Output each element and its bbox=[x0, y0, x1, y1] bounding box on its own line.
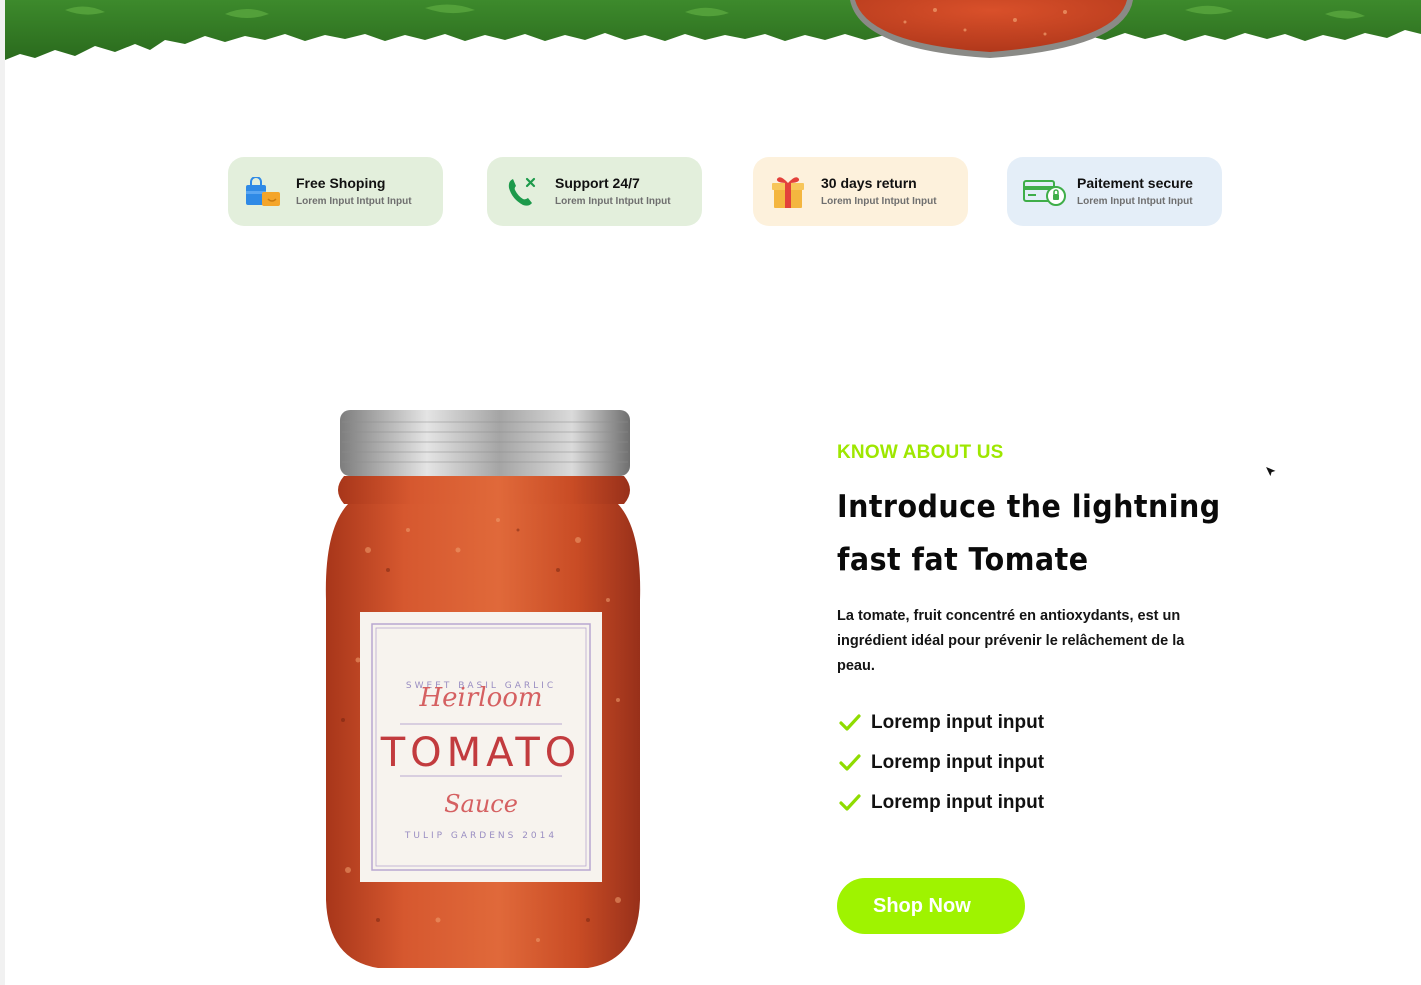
list-item: Loremp input input bbox=[837, 703, 1044, 743]
headline-line-2: fast fat Tomate bbox=[837, 542, 1089, 578]
phone-support-icon bbox=[503, 173, 541, 211]
check-icon bbox=[839, 754, 861, 771]
section-description: La tomate, fruit concentré en antioxydan… bbox=[837, 608, 1185, 674]
svg-text:Heirloom: Heirloom bbox=[418, 683, 542, 713]
section-eyebrow: KNOW ABOUT US bbox=[837, 442, 1004, 463]
left-edge-strip bbox=[0, 0, 5, 985]
page: Free Shoping Lorem Input Intput Input Su… bbox=[0, 0, 1421, 985]
check-icon bbox=[839, 794, 861, 811]
checklist-label: Loremp input input bbox=[871, 792, 1045, 813]
gift-icon bbox=[769, 173, 807, 211]
secure-card-icon bbox=[1023, 173, 1067, 211]
tomato-sauce-jar-image: SWEET BASIL GARLIC Heirloom TOMATO Sauce… bbox=[318, 400, 648, 980]
feature-subtitle: Lorem Input Intput Input bbox=[296, 196, 412, 207]
feature-card-support: Support 24/7 Lorem Input Intput Input bbox=[487, 157, 702, 226]
check-icon bbox=[839, 714, 861, 731]
feature-subtitle: Lorem Input Intput Input bbox=[821, 196, 937, 207]
shop-now-button[interactable]: Shop Now bbox=[837, 878, 1025, 934]
section-headline: Introduce the lightning fast fat Tomate bbox=[837, 481, 1223, 587]
feature-card-secure-payment: Paitement secure Lorem Input Intput Inpu… bbox=[1007, 157, 1222, 226]
hero-banner-bottom-edge bbox=[5, 0, 1421, 62]
feature-subtitle: Lorem Input Intput Input bbox=[1077, 196, 1193, 207]
checklist-label: Loremp input input bbox=[871, 712, 1045, 733]
feature-card-free-shipping: Free Shoping Lorem Input Intput Input bbox=[228, 157, 443, 226]
feature-title: Paitement secure bbox=[1077, 175, 1193, 191]
list-item: Loremp input input bbox=[837, 743, 1044, 783]
checklist-label: Loremp input input bbox=[871, 752, 1045, 773]
feature-subtitle: Lorem Input Intput Input bbox=[555, 196, 671, 207]
feature-title: Support 24/7 bbox=[555, 175, 640, 191]
shopping-bags-icon bbox=[244, 173, 282, 211]
basil-leaves-banner-image bbox=[5, 0, 1421, 60]
list-item: Loremp input input bbox=[837, 783, 1044, 823]
svg-text:TOMATO: TOMATO bbox=[380, 730, 582, 776]
mouse-cursor-icon bbox=[1263, 465, 1279, 479]
feature-card-returns: 30 days return Lorem Input Intput Input bbox=[753, 157, 968, 226]
feature-checklist: Loremp input input Loremp input input Lo… bbox=[837, 703, 1044, 823]
feature-title: 30 days return bbox=[821, 175, 917, 191]
svg-text:TULIP GARDENS 2014: TULIP GARDENS 2014 bbox=[404, 831, 557, 841]
feature-title: Free Shoping bbox=[296, 175, 386, 191]
svg-text:Sauce: Sauce bbox=[444, 790, 518, 818]
headline-line-1: Introduce the lightning bbox=[837, 489, 1221, 525]
